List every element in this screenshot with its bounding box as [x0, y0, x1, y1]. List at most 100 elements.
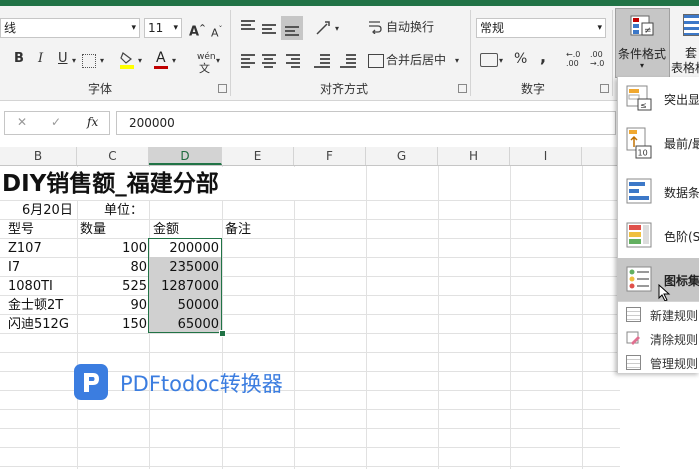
selection-border: [148, 238, 222, 333]
align-middle-icon[interactable]: [262, 24, 276, 36]
column-header-b[interactable]: B: [0, 147, 77, 165]
header-model[interactable]: 型号: [8, 220, 34, 239]
align-right-icon[interactable]: [286, 54, 300, 70]
align-left-icon[interactable]: [241, 54, 255, 70]
color-scales-icon: [626, 222, 652, 248]
align-center-icon[interactable]: [262, 54, 276, 70]
merge-center-button[interactable]: 合并后居中: [386, 51, 446, 69]
menu-item-new-rule[interactable]: 新建规则: [618, 303, 699, 325]
chevron-down-icon[interactable]: ▾: [455, 52, 459, 70]
underline-button[interactable]: U: [58, 50, 68, 68]
cell-model[interactable]: 金士顿2T: [8, 296, 63, 315]
column-header-e[interactable]: E: [222, 147, 294, 165]
menu-item-top-bottom[interactable]: 10 最前/最: [618, 121, 699, 165]
menu-item-label: 突出显: [664, 93, 699, 107]
menu-item-label: 管理规则: [650, 357, 699, 371]
column-header-i[interactable]: I: [510, 147, 582, 165]
menu-item-clear-rules[interactable]: 清除规则: [618, 327, 699, 349]
cell-qty[interactable]: 150: [77, 315, 147, 334]
fill-handle[interactable]: [219, 330, 226, 337]
group-separator: [470, 10, 471, 96]
number-format-select[interactable]: 常规 ▾: [476, 18, 606, 38]
percent-button[interactable]: %: [514, 50, 527, 68]
insert-function-icon[interactable]: fx: [87, 115, 98, 129]
chevron-down-icon[interactable]: ▾: [499, 52, 503, 70]
chevron-down-icon[interactable]: ▾: [100, 52, 104, 70]
sheet-title[interactable]: DIY销售额_福建分部: [2, 169, 219, 199]
chevron-down-icon[interactable]: ▾: [131, 19, 136, 37]
number-dialog-launcher-icon[interactable]: [600, 84, 609, 93]
increase-decimal-button[interactable]: ←.0.00: [566, 50, 580, 68]
chevron-down-icon: ▾: [640, 61, 645, 70]
alignment-dialog-launcher-icon[interactable]: [458, 84, 467, 93]
menu-divider: [618, 301, 699, 302]
currency-icon[interactable]: [480, 53, 498, 67]
formula-input[interactable]: 200000: [116, 111, 616, 135]
decrease-indent-icon[interactable]: [314, 54, 330, 70]
menu-item-data-bars[interactable]: 数据条: [618, 170, 699, 214]
menu-item-manage-rules[interactable]: 管理规则: [618, 351, 699, 373]
fill-color-icon[interactable]: [120, 51, 134, 69]
cell-qty[interactable]: 525: [77, 277, 147, 296]
decrease-decimal-button[interactable]: .00 →.0: [590, 50, 604, 68]
header-note[interactable]: 备注: [225, 220, 251, 239]
wrap-text-button[interactable]: 自动换行: [386, 18, 434, 36]
column-header-d[interactable]: D: [149, 147, 222, 165]
svg-text:≠: ≠: [644, 26, 652, 36]
menu-item-label: 最前/最: [664, 137, 699, 151]
column-header-f[interactable]: F: [294, 147, 366, 165]
cell-model[interactable]: 1080TI: [8, 277, 53, 296]
conditional-format-label: 条件格式: [618, 47, 667, 61]
number-format-value: 常规: [480, 21, 505, 35]
wrap-text-icon[interactable]: [368, 20, 382, 35]
bold-button[interactable]: B: [14, 50, 24, 68]
italic-button[interactable]: I: [38, 50, 43, 68]
unit-cell[interactable]: 单位：: [104, 201, 143, 220]
header-amount[interactable]: 金额: [153, 220, 179, 239]
orientation-icon[interactable]: [315, 20, 333, 36]
header-qty[interactable]: 数量: [80, 220, 106, 239]
menu-item-highlight-rules[interactable]: ≤ 突出显: [618, 77, 699, 121]
format-as-table-button[interactable]: 套 表格格: [671, 8, 699, 78]
enter-icon[interactable]: ✓: [51, 115, 61, 129]
conditional-format-button[interactable]: ≠ 条件格式 ▾: [615, 8, 670, 78]
cell-model[interactable]: I7: [8, 258, 20, 277]
grow-font-button[interactable]: A^: [189, 19, 206, 41]
chevron-down-icon[interactable]: ▾: [335, 20, 339, 38]
conditional-format-icon: ≠: [630, 15, 654, 37]
mouse-cursor-icon: [658, 283, 672, 302]
font-dialog-launcher-icon[interactable]: [218, 84, 227, 93]
align-top-icon[interactable]: [241, 20, 255, 32]
chevron-down-icon[interactable]: ▾: [172, 52, 176, 70]
chevron-down-icon[interactable]: ▾: [597, 19, 602, 37]
top-ten-badge: 10: [638, 149, 648, 158]
column-header-row: B C D E F G H I: [0, 147, 620, 166]
date-cell[interactable]: 6月20日: [22, 201, 73, 220]
merge-center-icon[interactable]: [368, 54, 384, 68]
column-header-g[interactable]: G: [366, 147, 438, 165]
column-header-c[interactable]: C: [77, 147, 149, 165]
chevron-down-icon[interactable]: ▾: [72, 52, 76, 70]
menu-item-color-scales[interactable]: 色阶(S: [618, 214, 699, 258]
font-name-select[interactable]: 线 ▾: [0, 18, 140, 38]
cell-qty[interactable]: 80: [77, 258, 147, 277]
comma-button[interactable]: ,: [540, 48, 546, 66]
menu-item-label: 新建规则: [650, 309, 699, 323]
border-icon[interactable]: [82, 54, 96, 68]
cancel-icon[interactable]: ✕: [17, 115, 27, 129]
cell-model[interactable]: 闪迪512G: [8, 315, 69, 334]
align-bottom-button[interactable]: [281, 16, 303, 40]
chevron-down-icon[interactable]: ▾: [216, 52, 220, 70]
chevron-down-icon[interactable]: ▾: [173, 19, 178, 37]
chevron-down-icon[interactable]: ▾: [138, 52, 142, 70]
cell-model[interactable]: Z107: [8, 239, 42, 258]
font-size-select[interactable]: 11 ▾: [144, 18, 182, 38]
pdftodoc-logo-icon: [74, 364, 108, 400]
font-color-icon[interactable]: A: [154, 50, 168, 70]
cell-qty[interactable]: 90: [77, 296, 147, 315]
increase-indent-icon[interactable]: [340, 54, 356, 70]
shrink-font-button[interactable]: Aˇ: [211, 21, 223, 43]
column-header-h[interactable]: H: [438, 147, 510, 165]
cell-qty[interactable]: 100: [77, 239, 147, 258]
menu-item-icon-sets[interactable]: 图标集: [618, 258, 699, 302]
